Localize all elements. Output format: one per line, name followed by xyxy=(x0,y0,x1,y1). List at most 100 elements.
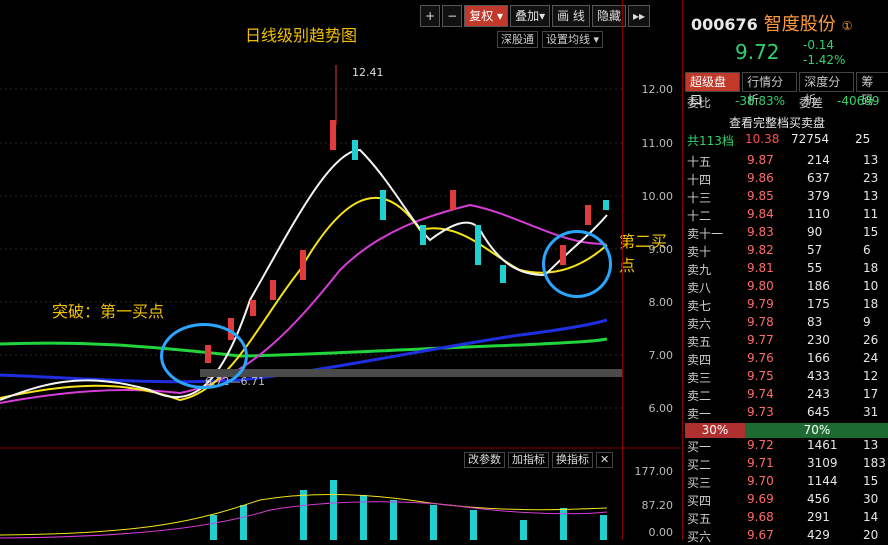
book-row[interactable]: 卖二 9.74 243 17 xyxy=(687,387,887,404)
tab-analysis[interactable]: 行情分析 xyxy=(742,72,798,107)
ask-level: 卖九 xyxy=(687,263,712,277)
tick-7: 7.00 xyxy=(648,349,674,362)
book-row[interactable]: 卖一 9.73 645 31 xyxy=(687,405,887,422)
ask-level: 十四 xyxy=(687,173,712,187)
bid-level: 买四 xyxy=(687,494,712,508)
ask-count: 12 xyxy=(863,369,879,383)
ask-vol: 166 xyxy=(807,351,830,365)
price-axis: 12.00 11.00 10.00 9.00 8.00 7.00 6.00 17… xyxy=(622,0,681,540)
ask-price: 9.85 xyxy=(747,189,774,203)
ask-price: 9.77 xyxy=(747,333,774,347)
bid-price: 9.71 xyxy=(747,456,774,470)
diff-label: 委差 xyxy=(799,96,824,110)
bid-share: 70% xyxy=(745,423,888,438)
summary-vol: 72754 xyxy=(791,132,830,146)
grid xyxy=(0,88,622,409)
ask-count: 18 xyxy=(863,297,879,311)
book-row[interactable]: 十二 9.84 110 11 xyxy=(687,207,887,224)
tick-12: 12.00 xyxy=(641,83,674,96)
book-row[interactable]: 卖十 9.82 57 6 xyxy=(687,243,887,260)
book-row[interactable]: 十五 9.87 214 13 xyxy=(687,153,887,170)
last-price: 9.72 xyxy=(735,40,780,64)
full-book-label: 查看完整档买卖盘 xyxy=(729,116,826,130)
book-row[interactable]: 买六 9.67 429 20 xyxy=(687,528,887,545)
tab-chips[interactable]: 筹码 xyxy=(856,72,888,107)
add-indicator-button[interactable]: 加指标 xyxy=(508,452,549,468)
bid-price: 9.68 xyxy=(747,510,774,524)
bid-ask-split: 30% 70% xyxy=(685,423,888,438)
ask-vol: 433 xyxy=(807,369,830,383)
bid-level: 买二 xyxy=(687,458,712,472)
book-row[interactable]: 买二 9.71 3109 183 xyxy=(687,456,887,473)
bid-vol: 291 xyxy=(807,510,830,524)
ask-price: 9.83 xyxy=(747,225,774,239)
book-row[interactable]: 卖五 9.77 230 26 xyxy=(687,333,887,350)
close-indicator-button[interactable]: ✕ xyxy=(596,452,614,468)
switch-indicator-button[interactable]: 换指标 xyxy=(552,452,593,468)
book-row[interactable]: 买四 9.69 456 30 xyxy=(687,492,887,509)
summary-row: 共113档 10.38 72754 25 xyxy=(687,132,887,149)
book-row[interactable]: 卖八 9.80 186 10 xyxy=(687,279,887,296)
book-row[interactable]: 卖四 9.76 166 24 xyxy=(687,351,887,368)
ask-vol: 110 xyxy=(807,207,830,221)
ratio-label: 委比 xyxy=(687,96,712,110)
ask-level: 卖五 xyxy=(687,335,712,349)
ask-count: 15 xyxy=(863,225,879,239)
ask-level: 十二 xyxy=(687,209,712,223)
ask-price: 9.82 xyxy=(747,243,774,257)
ask-level: 卖十 xyxy=(687,245,712,259)
ask-price: 9.80 xyxy=(747,279,774,293)
ask-price: 9.74 xyxy=(747,387,774,401)
quote-tabs: 超级盘口 行情分析 深度分析 筹码 xyxy=(685,72,888,107)
tab-super-book[interactable]: 超级盘口 xyxy=(685,72,741,107)
ask-vol: 243 xyxy=(807,387,830,401)
tab-deep[interactable]: 深度分析 xyxy=(799,72,855,107)
price-change: -0.14 xyxy=(803,38,835,52)
ask-level: 卖四 xyxy=(687,353,712,367)
bid-count: 15 xyxy=(863,474,879,488)
ask-price: 9.78 xyxy=(747,315,774,329)
bid-count: 30 xyxy=(863,492,879,506)
bid-count: 183 xyxy=(863,456,886,470)
price-pct: -1.42% xyxy=(803,53,846,67)
ask-price: 9.84 xyxy=(747,207,774,221)
ask-price: 9.79 xyxy=(747,297,774,311)
candlestick-chart[interactable]: + − 复权 ▾ 叠加▾ 画 线 隐藏 ▸▸ 深股通 设置均线 ▾ 日线级别趋势… xyxy=(0,0,680,540)
ask-vol: 57 xyxy=(807,243,823,257)
book-row[interactable]: 买五 9.68 291 14 xyxy=(687,510,887,527)
summary-label: 共113档 xyxy=(687,134,734,148)
bid-count: 14 xyxy=(863,510,879,524)
ask-count: 11 xyxy=(863,207,879,221)
ask-vol: 83 xyxy=(807,315,823,329)
book-row[interactable]: 卖九 9.81 55 18 xyxy=(687,261,887,278)
full-book-link[interactable]: 查看完整档买卖盘 xyxy=(687,114,887,131)
ask-share: 30% xyxy=(685,423,745,438)
book-row[interactable]: 卖六 9.78 83 9 xyxy=(687,315,887,332)
edit-params-button[interactable]: 改参数 xyxy=(464,452,505,468)
ask-count: 23 xyxy=(863,171,879,185)
ratio-value: -38.83% xyxy=(735,94,786,108)
ask-vol: 645 xyxy=(807,405,830,419)
book-row[interactable]: 十三 9.85 379 13 xyxy=(687,189,887,206)
stock-header: 000676 智度股份 ① xyxy=(691,10,853,36)
bid-level: 买三 xyxy=(687,476,712,490)
ask-level: 卖二 xyxy=(687,389,712,403)
book-row[interactable]: 买三 9.70 1144 15 xyxy=(687,474,887,491)
first-buy-circle xyxy=(160,323,248,389)
ask-price: 9.76 xyxy=(747,351,774,365)
bid-vol: 456 xyxy=(807,492,830,506)
book-row[interactable]: 卖七 9.79 175 18 xyxy=(687,297,887,314)
tick-10: 10.00 xyxy=(641,190,674,203)
stock-code: 000676 xyxy=(691,15,758,34)
ask-level: 卖十一 xyxy=(687,227,724,241)
book-row[interactable]: 买一 9.72 1461 13 xyxy=(687,438,887,455)
ask-level: 卖一 xyxy=(687,407,712,421)
book-row[interactable]: 卖三 9.75 433 12 xyxy=(687,369,887,386)
summary-price: 10.38 xyxy=(745,132,780,146)
book-row[interactable]: 十四 9.86 637 23 xyxy=(687,171,887,188)
stock-name: 智度股份 xyxy=(763,14,836,35)
ask-count: 6 xyxy=(863,243,871,257)
bid-level: 买一 xyxy=(687,440,712,454)
book-row[interactable]: 卖十一 9.83 90 15 xyxy=(687,225,887,242)
ask-vol: 175 xyxy=(807,297,830,311)
